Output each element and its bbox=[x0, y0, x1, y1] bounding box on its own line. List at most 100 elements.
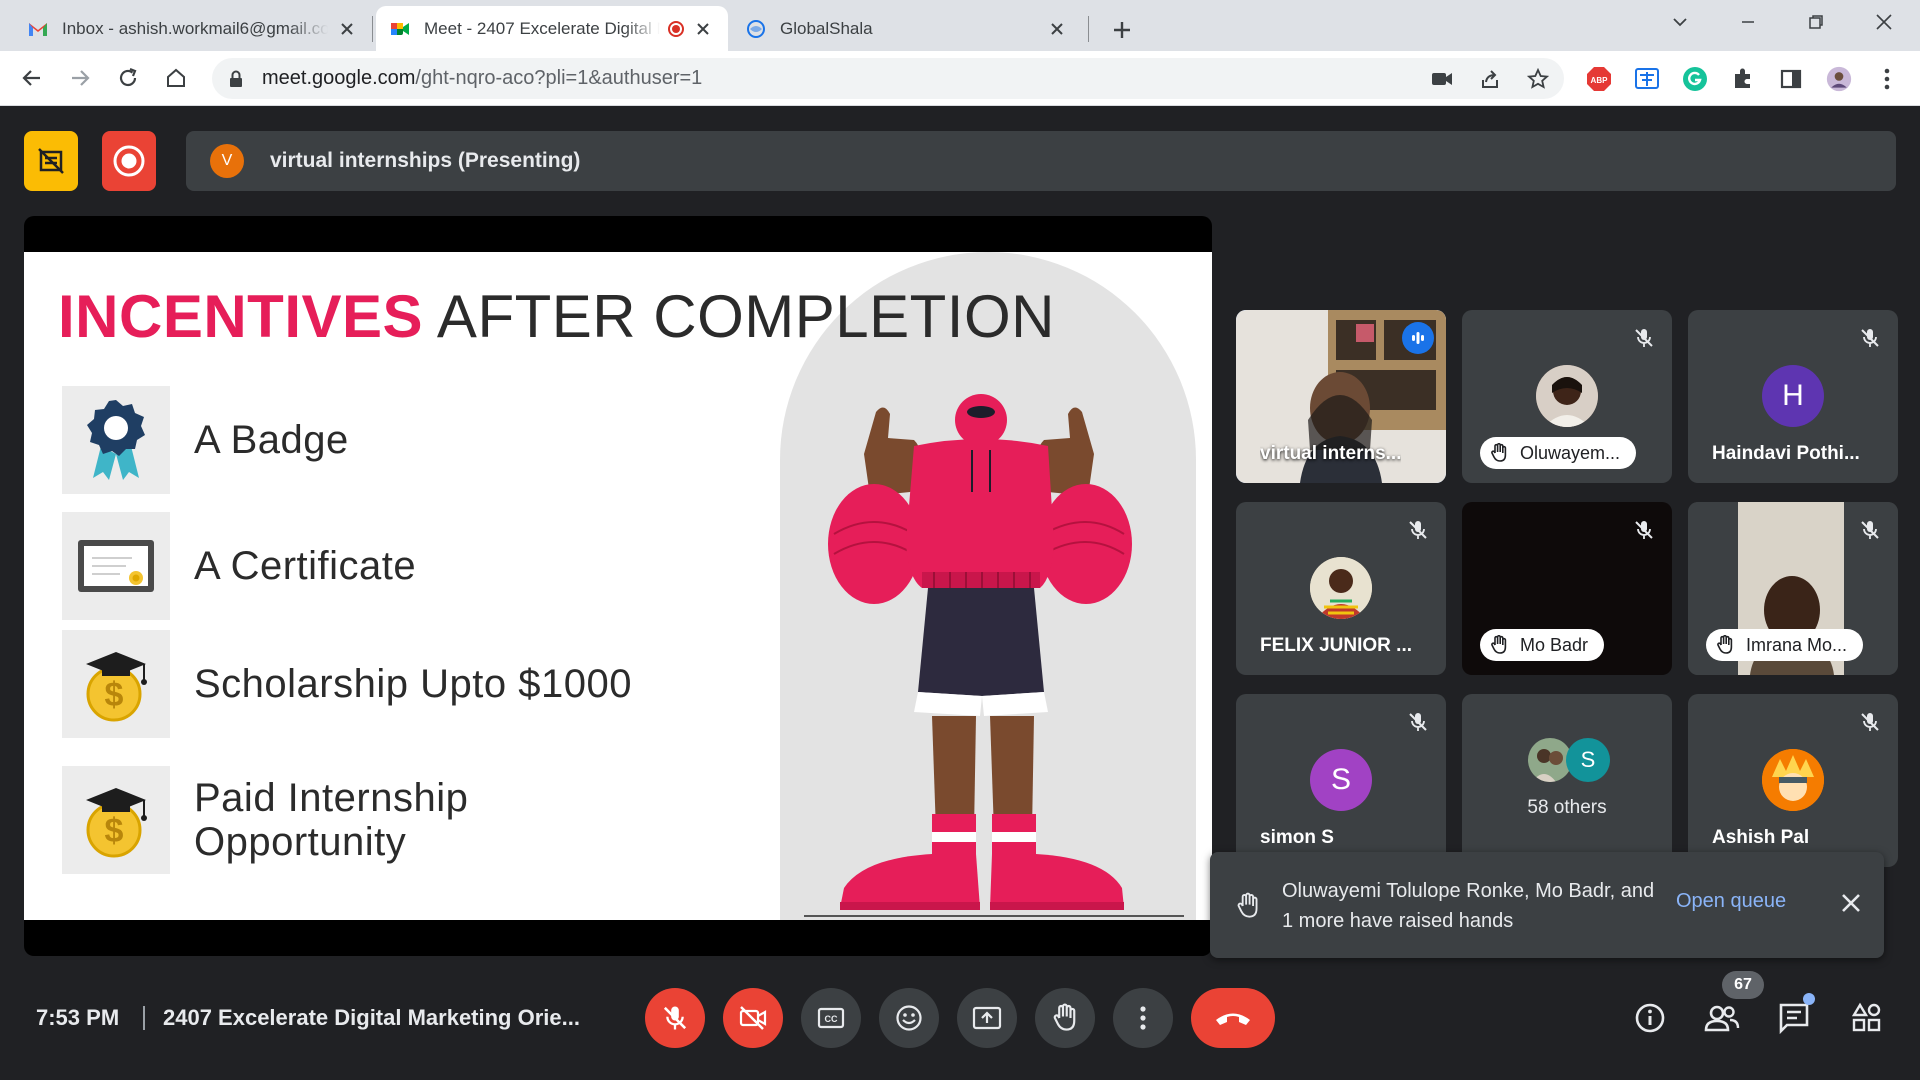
tab-globalshala[interactable]: GlobalShala bbox=[732, 6, 1082, 51]
mic-off-icon bbox=[1854, 514, 1886, 546]
mic-off-icon bbox=[1628, 322, 1660, 354]
tab-title: Meet - 2407 Excelerate Digital Marketing bbox=[424, 18, 660, 38]
divider bbox=[143, 1006, 145, 1030]
forward-button[interactable] bbox=[62, 60, 98, 96]
url-path: /ght-nqro-aco?pli=1&authuser=1 bbox=[415, 67, 703, 89]
minimize-button[interactable] bbox=[1720, 0, 1776, 44]
home-button[interactable] bbox=[158, 60, 194, 96]
activities-button[interactable] bbox=[1846, 998, 1886, 1038]
reload-button[interactable] bbox=[110, 60, 146, 96]
profile-avatar[interactable] bbox=[1826, 66, 1852, 92]
mic-off-icon bbox=[1854, 322, 1886, 354]
participant-name: FELIX JUNIOR ... bbox=[1260, 635, 1413, 656]
translate-icon[interactable] bbox=[1634, 66, 1660, 92]
participant-avatar bbox=[1536, 365, 1598, 427]
incentive-label: A Badge bbox=[194, 418, 349, 462]
presenting-title: virtual internships (Presenting) bbox=[270, 149, 581, 172]
chevron-down-icon bbox=[1673, 18, 1687, 27]
raised-hand-icon bbox=[1053, 1003, 1076, 1031]
adblock-plus-icon[interactable]: ABP bbox=[1586, 66, 1612, 92]
chat-icon bbox=[1779, 1003, 1809, 1034]
leave-call-button[interactable] bbox=[1191, 988, 1275, 1048]
extensions-puzzle-icon[interactable] bbox=[1730, 66, 1756, 92]
home-icon bbox=[167, 68, 185, 87]
incentive-label: Paid Internship Opportunity bbox=[194, 776, 469, 864]
participant-avatar: S bbox=[1566, 738, 1610, 782]
back-button[interactable] bbox=[14, 60, 50, 96]
tab-separator bbox=[372, 16, 373, 42]
mic-off-icon bbox=[663, 1006, 687, 1030]
participant-tile[interactable]: S simon S bbox=[1236, 694, 1446, 867]
scholarship-icon: $ bbox=[62, 766, 170, 874]
address-bar[interactable]: meet.google.com/ght-nqro-aco?pli=1&authu… bbox=[212, 58, 1564, 99]
mic-off-icon bbox=[1854, 706, 1886, 738]
speaking-indicator-icon bbox=[1402, 322, 1434, 354]
thumbs-up-person-illustration bbox=[804, 394, 1184, 917]
toggle-camera-button[interactable] bbox=[723, 988, 783, 1048]
presentation-stage[interactable]: INCENTIVES AFTER COMPLETION A Badge A Ce… bbox=[24, 216, 1212, 956]
presenting-banner: V virtual internships (Presenting) bbox=[186, 131, 1896, 191]
participant-tile-self[interactable]: virtual interns... bbox=[1236, 310, 1446, 483]
participant-tile[interactable]: Oluwayem... bbox=[1462, 310, 1672, 483]
more-options-button[interactable] bbox=[1113, 988, 1173, 1048]
share-icon[interactable] bbox=[1478, 67, 1502, 91]
slide-title: INCENTIVES AFTER COMPLETION bbox=[58, 282, 1055, 351]
close-window-button[interactable] bbox=[1856, 0, 1912, 44]
new-tab-button[interactable] bbox=[1104, 12, 1140, 48]
participant-tile-others[interactable]: S 58 others bbox=[1462, 694, 1672, 867]
participant-avatar: S bbox=[1310, 749, 1372, 811]
reactions-button[interactable] bbox=[879, 988, 939, 1048]
grammarly-icon[interactable] bbox=[1682, 66, 1708, 92]
tab-meet[interactable]: Meet - 2407 Excelerate Digital Marketing bbox=[376, 6, 728, 51]
camera-icon[interactable] bbox=[1430, 67, 1454, 91]
tab-search-button[interactable] bbox=[1652, 0, 1708, 44]
restore-button[interactable] bbox=[1788, 0, 1844, 44]
toggle-mic-button[interactable] bbox=[645, 988, 705, 1048]
certificate-icon bbox=[62, 512, 170, 620]
svg-text:$: $ bbox=[105, 676, 124, 714]
chat-notification-dot bbox=[1803, 993, 1815, 1005]
record-icon bbox=[113, 145, 145, 177]
captions-button[interactable]: CC bbox=[801, 988, 861, 1048]
meet-icon bbox=[391, 22, 409, 35]
more-vert-icon bbox=[1140, 1006, 1146, 1030]
arrow-right-icon bbox=[72, 70, 90, 86]
participant-tile[interactable]: Imrana Mo... bbox=[1688, 502, 1898, 675]
meeting-details-button[interactable] bbox=[1630, 998, 1670, 1038]
raise-hand-button[interactable] bbox=[1035, 988, 1095, 1048]
hang-up-icon bbox=[1216, 1013, 1250, 1025]
bookmark-star-icon[interactable] bbox=[1526, 67, 1550, 91]
mic-off-icon bbox=[1628, 514, 1660, 546]
participant-tile[interactable]: H Haindavi Pothi... bbox=[1688, 310, 1898, 483]
participant-tile[interactable]: Ashish Pal bbox=[1688, 694, 1898, 867]
close-icon[interactable] bbox=[336, 18, 358, 40]
closed-captions-icon: CC bbox=[817, 1007, 845, 1029]
raised-hands-notification: Oluwayemi Tolulope Ronke, Mo Badr, and 1… bbox=[1210, 852, 1884, 958]
participant-count-badge: 67 bbox=[1722, 971, 1764, 999]
close-icon[interactable] bbox=[692, 18, 714, 40]
raised-hand-icon bbox=[1491, 443, 1507, 462]
participant-name: simon S bbox=[1260, 827, 1334, 848]
close-icon[interactable] bbox=[1046, 18, 1068, 40]
side-panel-icon[interactable] bbox=[1778, 66, 1804, 92]
gmail-icon bbox=[29, 22, 47, 36]
tab-gmail[interactable]: Inbox - ashish.workmail6@gmail.com bbox=[14, 6, 372, 51]
participant-tile[interactable]: Mo Badr bbox=[1462, 502, 1672, 675]
recording-indicator-button[interactable] bbox=[102, 131, 156, 191]
present-to-all-icon bbox=[972, 1006, 1002, 1030]
meeting-info-button[interactable] bbox=[24, 131, 78, 191]
tab-title: Inbox - ashish.workmail6@gmail.com bbox=[62, 18, 328, 38]
participant-name: Imrana Mo... bbox=[1746, 634, 1848, 655]
open-queue-link[interactable]: Open queue bbox=[1676, 890, 1786, 913]
present-screen-button[interactable] bbox=[957, 988, 1017, 1048]
browser-menu-button[interactable] bbox=[1874, 66, 1900, 92]
close-notification-button[interactable] bbox=[1836, 888, 1866, 918]
arrow-left-icon bbox=[22, 70, 40, 86]
meeting-clock: 7:53 PM bbox=[36, 1005, 120, 1030]
svg-text:ABP: ABP bbox=[1591, 76, 1609, 85]
people-button[interactable] bbox=[1702, 998, 1742, 1038]
participant-tile[interactable]: FELIX JUNIOR ... bbox=[1236, 502, 1446, 675]
svg-text:CC: CC bbox=[825, 1014, 838, 1024]
incentive-item: $ Scholarship Upto $1000 bbox=[62, 630, 754, 738]
plus-icon bbox=[1114, 22, 1130, 38]
